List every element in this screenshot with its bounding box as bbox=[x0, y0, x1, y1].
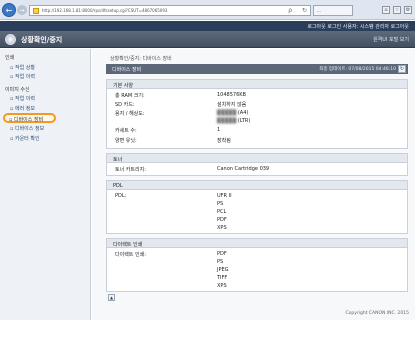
section-direct-print: 다이렉트 인쇄 다이렉트 인쇄: PDF PS JPEG TIFF XPS bbox=[106, 238, 408, 292]
search-icon[interactable]: ρ bbox=[288, 7, 292, 14]
site-icon bbox=[33, 7, 39, 14]
pdl-value: UFR II bbox=[217, 193, 232, 199]
row-label: 토너 카트리지: bbox=[115, 167, 146, 173]
copyright: Copyright CANON INC. 2015 bbox=[345, 311, 410, 316]
browser-toolbar: ← → http://192.168.1.81:8000/rps/dfssetu… bbox=[0, 0, 415, 20]
row-value: 1048576KB bbox=[217, 92, 246, 98]
main-content: 상황확인/중지: 디바이스 장비 디바이스 장비 최종 업데이트: 07/08/… bbox=[92, 49, 415, 320]
panel-title: 디바이스 장비 bbox=[112, 67, 142, 73]
portal-link[interactable]: 원격UI 포털 보기 bbox=[373, 36, 409, 43]
row-value: 장착됨 bbox=[217, 138, 231, 144]
direct-print-value: TIFF bbox=[217, 275, 228, 281]
sidebar-item-counter[interactable]: ▫ 카운터 확인 bbox=[10, 135, 40, 142]
favorites-icon[interactable]: ☆ bbox=[393, 6, 401, 14]
sidebar-item-print-job-history[interactable]: ▫ 작업 이력 bbox=[10, 73, 35, 80]
row-label: 카세트 수: bbox=[115, 128, 137, 134]
row-value-2: █████ (LTR) bbox=[217, 118, 251, 124]
sidebar-item-error-info[interactable]: ▫ 에러 정보 bbox=[10, 105, 35, 112]
pdl-value: PS bbox=[217, 201, 224, 207]
login-info[interactable]: 로그아웃 로그인 사용자: 시스템 관리자 로그아웃 bbox=[307, 23, 409, 30]
row-label: PDL: bbox=[115, 193, 127, 199]
pdl-value: PCL bbox=[217, 209, 227, 215]
sidebar-item-receive-job-history[interactable]: ▫ 작업 이력 bbox=[10, 95, 35, 102]
direct-print-value: JPEG bbox=[217, 267, 229, 273]
panel-header: 디바이스 장비 최종 업데이트: 07/08/2015 04:46:10 ↻ bbox=[106, 64, 408, 74]
section-title: PDL bbox=[107, 181, 407, 190]
pdl-value: XPS bbox=[217, 225, 227, 231]
direct-print-value: XPS bbox=[217, 283, 227, 289]
row-value: 설치하지 않음 bbox=[217, 102, 247, 108]
row-label: 총 RAM 크기: bbox=[115, 93, 145, 99]
app-header: 상황확인/중지 원격UI 포털 보기 bbox=[0, 31, 415, 48]
app-title: 상황확인/중지 bbox=[21, 36, 63, 44]
sidebar: 인쇄 ▫ 작업 상황 ▫ 작업 이력 이미지 수신 ▫ 작업 이력 ▫ 에러 정… bbox=[0, 49, 91, 320]
last-updated: 최종 업데이트: 07/08/2015 04:46:10 bbox=[319, 67, 396, 72]
forward-button[interactable]: → bbox=[17, 5, 27, 15]
section-title: 다이렉트 인쇄 bbox=[107, 239, 407, 248]
refresh-icon[interactable]: ↻ bbox=[302, 7, 307, 14]
address-bar[interactable]: http://192.168.1.81:8000/rps/dfssetup.cg… bbox=[29, 5, 311, 16]
section-title: 기본 사양 bbox=[107, 80, 407, 89]
refresh-button[interactable]: ↻ bbox=[398, 65, 406, 73]
sidebar-section-receive: 이미지 수신 bbox=[5, 87, 30, 93]
scroll-top-icon[interactable]: ▲ bbox=[108, 294, 115, 301]
browser-tab[interactable]: ... bbox=[313, 5, 353, 16]
row-label: SD 카드: bbox=[115, 102, 135, 108]
section-basic-specs: 기본 사양 총 RAM 크기: 1048576KB SD 카드: 설치하지 않음… bbox=[106, 79, 408, 149]
row-label: 용지 / 해상도: bbox=[115, 111, 145, 117]
section-toner: 토너 토너 카트리지: Canon Cartridge 039 bbox=[106, 153, 408, 176]
direct-print-value: PDF bbox=[217, 251, 227, 257]
top-bar: 로그아웃 로그인 사용자: 시스템 관리자 로그아웃 bbox=[0, 21, 415, 31]
url-text: http://192.168.1.81:8000/rps/dfssetup.cg… bbox=[42, 8, 168, 13]
footer: Copyright CANON INC. 2015 bbox=[92, 308, 415, 320]
sidebar-item-device-info[interactable]: ▫ 디바이스 정보 bbox=[10, 125, 44, 132]
section-pdl: PDL PDL: UFR II PS PCL PDF XPS bbox=[106, 180, 408, 234]
sidebar-item-print-job-status[interactable]: ▫ 작업 상황 bbox=[10, 64, 35, 71]
direct-print-value: PS bbox=[217, 259, 224, 265]
breadcrumb: 상황확인/중지: 디바이스 장비 bbox=[110, 56, 172, 62]
row-value: █████ (A4) bbox=[217, 110, 249, 116]
home-icon[interactable]: ⌂ bbox=[382, 6, 390, 14]
back-button[interactable]: ← bbox=[2, 3, 16, 17]
row-value: 1 bbox=[217, 127, 221, 133]
section-title: 토너 bbox=[107, 154, 407, 163]
app-logo-icon bbox=[5, 34, 16, 45]
row-label: 다이렉트 인쇄: bbox=[115, 252, 146, 258]
sidebar-item-device-features[interactable]: ▫ 디바이스 장비 bbox=[3, 113, 56, 123]
row-label: 양면 유닛: bbox=[115, 138, 137, 144]
row-value: Canon Cartridge 039 bbox=[217, 166, 270, 172]
tab-label: ... bbox=[317, 8, 321, 13]
pdl-value: PDF bbox=[217, 217, 227, 223]
sidebar-section-print: 인쇄 bbox=[5, 55, 15, 61]
settings-icon[interactable]: ⚙ bbox=[404, 6, 412, 14]
